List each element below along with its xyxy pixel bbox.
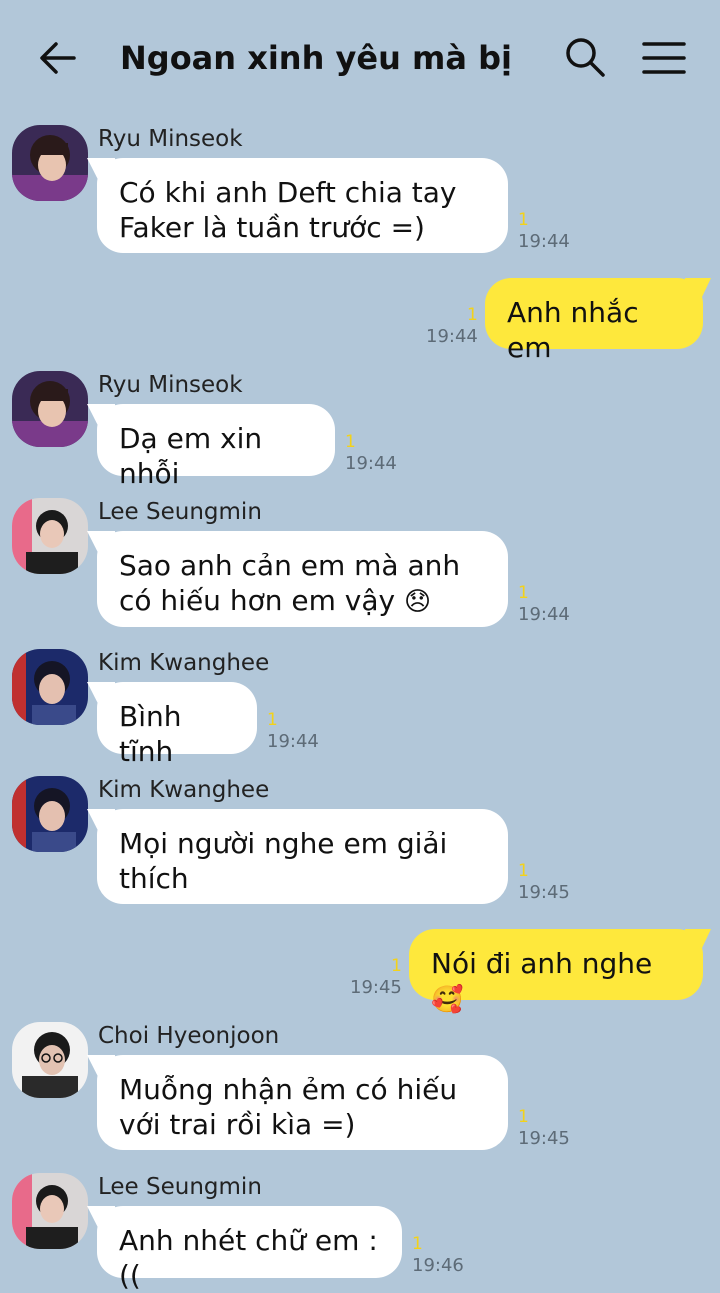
message-meta: 1 19:44 (518, 583, 570, 627)
timestamp: 19:44 (426, 326, 478, 347)
menu-button[interactable] (640, 36, 688, 80)
timestamp: 19:45 (350, 977, 402, 998)
avatar[interactable] (12, 649, 88, 725)
message-bubble[interactable]: Mọi người nghe em giải thích (97, 809, 508, 904)
message-bubble[interactable]: Anh nhét chữ em :(( (97, 1206, 402, 1292)
unread-count: 1 (518, 1107, 529, 1127)
unread-count: 1 (467, 305, 478, 325)
unread-count: 1 (518, 861, 529, 881)
timestamp: 19:45 (518, 882, 570, 903)
message-text: Nói đi anh nghe (431, 947, 653, 980)
unread-count: 1 (518, 210, 529, 230)
avatar[interactable] (12, 1173, 88, 1249)
avatar[interactable] (12, 371, 88, 447)
avatar[interactable] (12, 1022, 88, 1098)
message-text: Anh nhắc em (507, 296, 639, 364)
timestamp: 19:44 (345, 453, 397, 474)
sender-name: Kim Kwanghee (98, 650, 270, 676)
avatar[interactable] (12, 498, 88, 574)
unread-count: 1 (412, 1234, 423, 1254)
unread-count: 1 (345, 432, 356, 452)
timestamp: 19:45 (518, 1128, 570, 1149)
chat-title: Ngoan xinh yêu mà bị t... (120, 39, 520, 77)
sender-name: Lee Seungmin (98, 499, 262, 525)
message-bubble[interactable]: Sao anh cản em mà anh có hiếu hơn em vậy… (97, 531, 508, 627)
unread-count: 1 (267, 710, 278, 730)
timestamp: 19:44 (267, 731, 319, 752)
message-bubble[interactable]: Bình tĩnh (97, 682, 257, 768)
unread-count: 1 (391, 956, 402, 976)
message-bubble[interactable]: Dạ em xin nhỗi (97, 404, 335, 490)
sender-name: Lee Seungmin (98, 1174, 262, 1200)
timestamp: 19:44 (518, 604, 570, 625)
message-meta: 1 19:45 (518, 861, 570, 905)
message-bubble[interactable]: Anh nhắc em (485, 278, 703, 364)
message-meta: 1 19:45 (518, 1107, 570, 1151)
message-bubble[interactable]: Muỗng nhận ẻm có hiếu với trai rồi kìa =… (97, 1055, 508, 1150)
search-button[interactable] (562, 34, 608, 80)
message-bubble[interactable]: Có khi anh Deft chia tay Faker là tuần t… (97, 158, 508, 253)
message-meta: 1 19:44 (518, 210, 570, 254)
smiling-face-with-hearts-emoji: 🥰 (431, 985, 464, 1015)
sender-name: Choi Hyeonjoon (98, 1023, 280, 1049)
timestamp: 19:44 (518, 231, 570, 252)
avatar[interactable] (12, 776, 88, 852)
hamburger-menu-icon (642, 42, 686, 74)
sad-face-emoji: 😞 (403, 587, 432, 617)
message-meta: 1 19:44 (345, 432, 397, 476)
message-text: Bình tĩnh (119, 700, 182, 768)
unread-count: 1 (518, 583, 529, 603)
message-meta: 1 19:45 (350, 956, 402, 1000)
message-text: Mọi người nghe em giải thích (119, 827, 448, 895)
sender-name: Ryu Minseok (98, 126, 243, 152)
message-bubble[interactable]: Nói đi anh nghe 🥰 (409, 929, 703, 1015)
message-meta: 1 19:46 (412, 1234, 464, 1278)
message-text: Dạ em xin nhỗi (119, 422, 263, 490)
message-meta: 1 19:44 (426, 305, 478, 349)
sender-name: Ryu Minseok (98, 372, 243, 398)
message-text: Muỗng nhận ẻm có hiếu với trai rồi kìa =… (119, 1073, 458, 1141)
arrow-left-icon (40, 42, 76, 74)
timestamp: 19:46 (412, 1255, 464, 1276)
message-meta: 1 19:44 (267, 710, 319, 754)
chat-header: Ngoan xinh yêu mà bị t... (0, 0, 720, 115)
sender-name: Kim Kwanghee (98, 777, 270, 803)
back-button[interactable] (36, 36, 80, 80)
message-text: Anh nhét chữ em :(( (119, 1224, 378, 1292)
avatar[interactable] (12, 125, 88, 201)
search-icon (566, 38, 605, 77)
message-text: Có khi anh Deft chia tay Faker là tuần t… (119, 176, 457, 244)
